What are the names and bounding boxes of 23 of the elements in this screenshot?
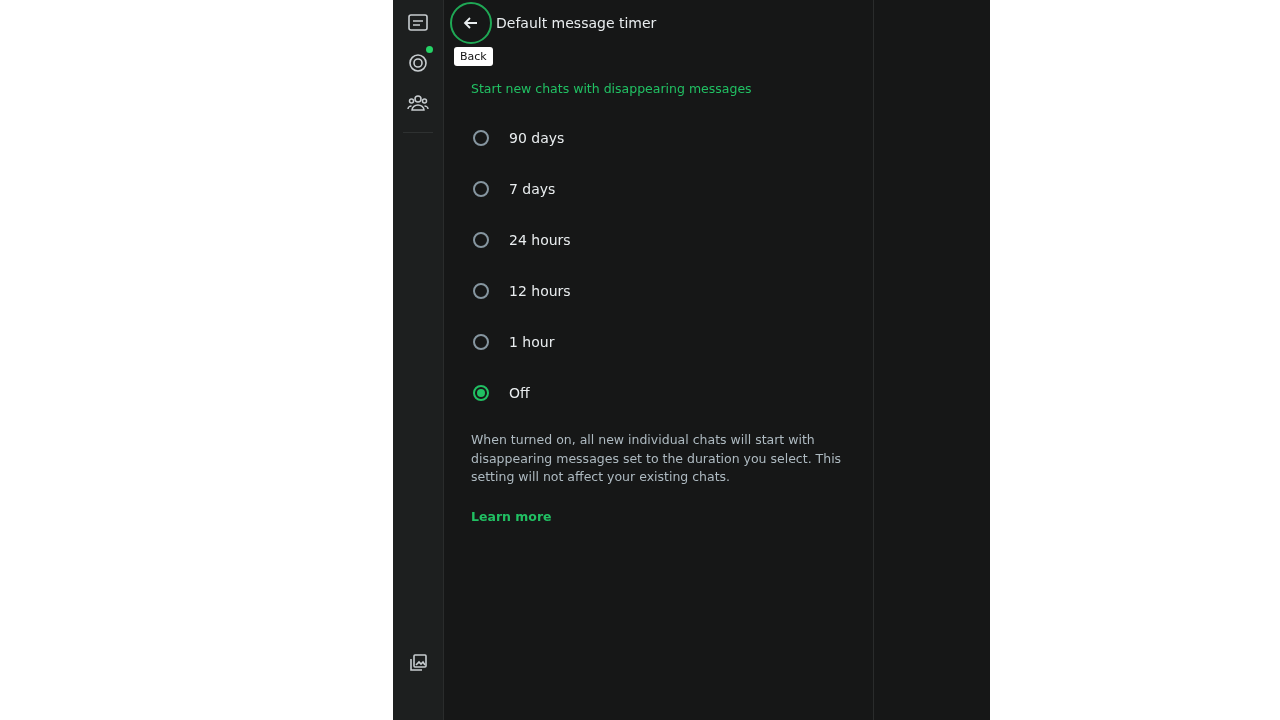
- section-title: Start new chats with disappearing messages: [471, 81, 753, 96]
- page-title: Default message timer: [496, 15, 657, 31]
- communities-icon[interactable]: [407, 92, 429, 114]
- status-icon[interactable]: [407, 52, 429, 74]
- tooltip: Back: [454, 47, 493, 66]
- learn-more-link[interactable]: Learn more: [471, 508, 552, 524]
- radio-button[interactable]: [473, 129, 489, 146]
- option-label[interactable]: 12 hours: [509, 282, 571, 299]
- radio-button[interactable]: [473, 180, 489, 197]
- description-text: When turned on, all new individual chats will start with disappearing messages set to the duration you select. This setting will not affect your existing chats.: [471, 431, 843, 486]
- option-label[interactable]: Off: [509, 384, 530, 401]
- option-label[interactable]: 90 days: [509, 129, 565, 146]
- radio-button[interactable]: [473, 333, 489, 350]
- radio-button[interactable]: [473, 282, 489, 299]
- radio-button[interactable]: [473, 231, 489, 248]
- media-icon[interactable]: [407, 652, 429, 674]
- status-dot: [426, 46, 433, 53]
- back-button[interactable]: [450, 2, 492, 44]
- chats-icon[interactable]: [407, 12, 429, 34]
- option-label[interactable]: 1 hour: [509, 333, 555, 350]
- option-label[interactable]: 24 hours: [509, 231, 571, 248]
- option-label[interactable]: 7 days: [509, 180, 556, 197]
- radio-button[interactable]: [473, 384, 489, 401]
